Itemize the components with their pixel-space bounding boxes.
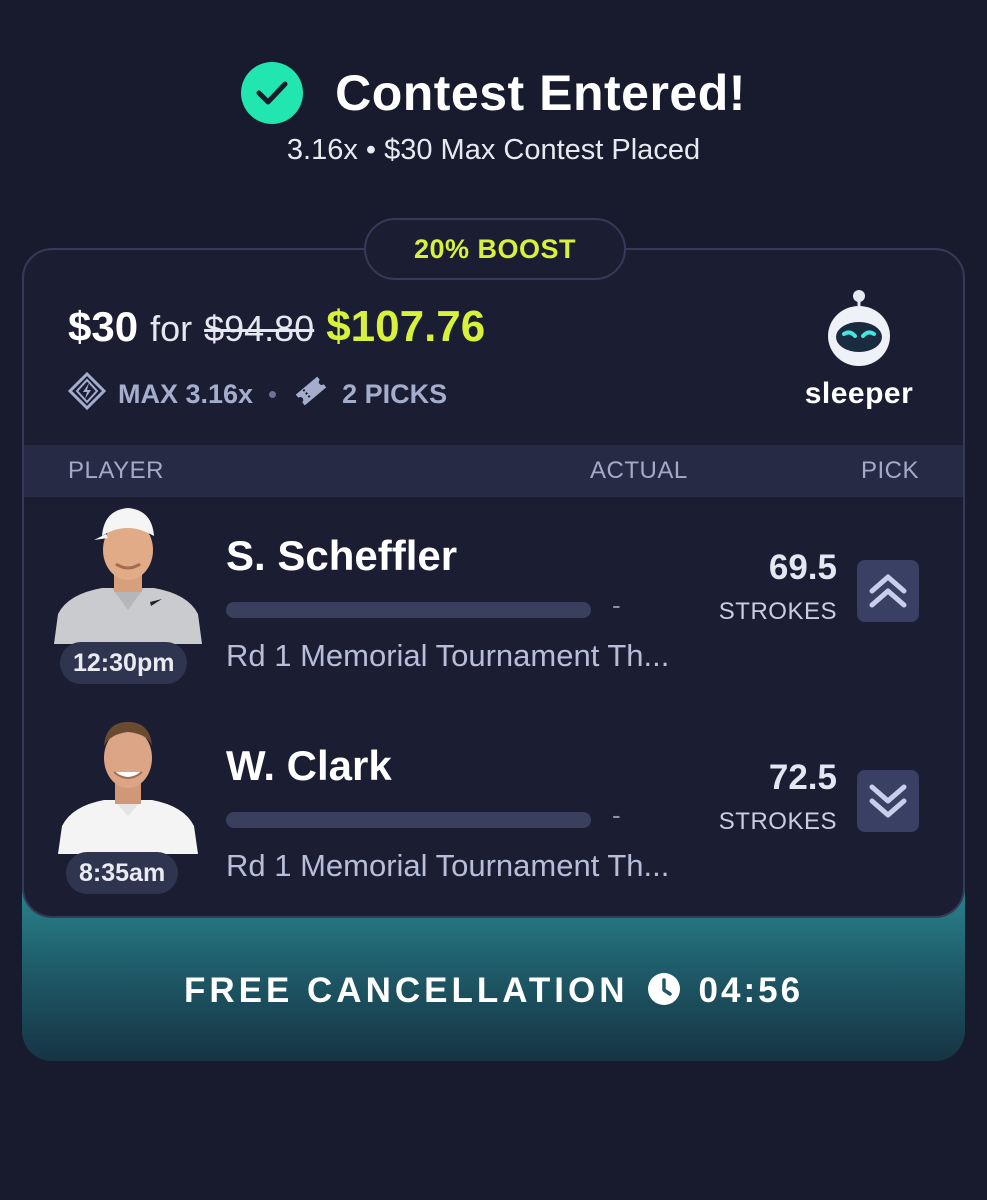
cancellation-label: FREE CANCELLATION <box>183 971 629 1010</box>
stake-amount: $30 <box>68 303 139 350</box>
picks-count: 2 PICKS <box>342 379 448 409</box>
boosted-payout: $107.76 <box>326 302 486 351</box>
entry-card: 20% BOOST $30 for $94.80 $107.76 MAX 3.1… <box>22 218 965 918</box>
cancellation-content: FREE CANCELLATION 04:56 <box>184 971 803 1011</box>
stat-type: STROKES <box>718 598 837 625</box>
tee-time: 8:35am <box>66 852 179 894</box>
pick-more-button[interactable] <box>857 560 919 622</box>
boost-badge: 20% BOOST <box>364 218 626 280</box>
ticket-icon <box>292 372 330 417</box>
column-actual: ACTUAL <box>590 457 688 484</box>
sleeper-mascot-icon <box>828 290 890 366</box>
progress-bar <box>226 812 591 828</box>
column-pick: PICK <box>860 457 919 484</box>
clock-icon <box>647 972 681 1011</box>
original-payout: $94.80 <box>204 308 315 349</box>
column-player: PLAYER <box>68 457 164 484</box>
stat-type: STROKES <box>718 808 837 835</box>
pick-less-button[interactable] <box>857 770 919 832</box>
picks-table-header: PLAYER ACTUAL PICK <box>24 445 963 497</box>
title-row: Contest Entered! <box>0 62 987 124</box>
actual-value: - <box>612 800 621 830</box>
for-label: for <box>150 308 193 349</box>
player-name: W. Clark <box>226 742 392 789</box>
chevrons-down-icon <box>869 784 907 818</box>
player-headshot-scheffler <box>54 502 202 644</box>
page-title: Contest Entered! <box>335 65 746 121</box>
entry-meta: MAX 3.16x 2 PICKS <box>67 371 448 417</box>
table-row[interactable]: 12:30pm S. Scheffler - Rd 1 Memorial Tou… <box>24 502 963 702</box>
chevrons-up-icon <box>869 574 907 608</box>
brand-name: sleeper <box>804 377 914 410</box>
separator-dot <box>269 391 277 398</box>
contest-summary: 3.16x • $30 Max Contest Placed <box>286 134 701 166</box>
check-circle-icon <box>241 62 304 124</box>
tee-time: 12:30pm <box>60 642 188 684</box>
projection-line: 72.5 <box>768 758 837 797</box>
projection-line: 69.5 <box>768 548 837 587</box>
cancellation-timer: 04:56 <box>698 971 804 1010</box>
lightning-diamond-icon <box>67 371 107 417</box>
actual-value: - <box>612 590 621 620</box>
payout-summary: $30 for $94.80 $107.76 <box>68 302 485 352</box>
sleeper-logo: sleeper <box>799 290 919 411</box>
event-name: Rd 1 Memorial Tournament Th... <box>226 638 670 673</box>
progress-bar <box>226 602 591 618</box>
max-multiplier: MAX 3.16x <box>118 379 254 409</box>
confirmation-header: Contest Entered! 3.16x • $30 Max Contest… <box>0 62 987 167</box>
event-name: Rd 1 Memorial Tournament Th... <box>226 848 670 883</box>
table-row[interactable]: 8:35am W. Clark - Rd 1 Memorial Tourname… <box>24 712 963 912</box>
player-headshot-clark <box>54 712 202 854</box>
player-name: S. Scheffler <box>226 532 458 579</box>
